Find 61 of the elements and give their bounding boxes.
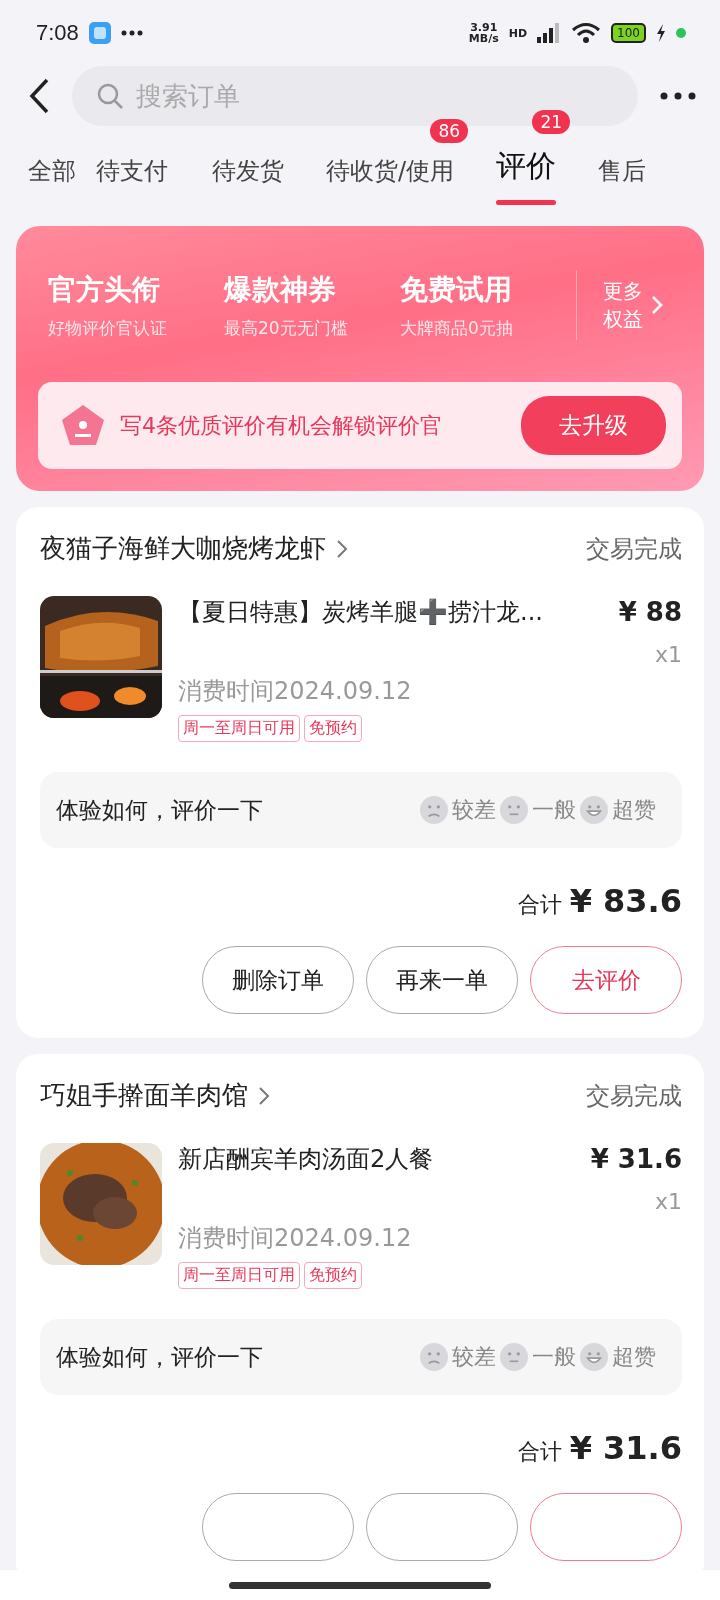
battery-level: 100 [611,23,646,43]
product-name: 新店酬宾羊肉汤面2人餐 [178,1144,434,1175]
total-label: 合计 [517,891,562,919]
total-amount: ¥ 83.6 [569,882,682,920]
signal-icon [537,23,562,43]
rating-prompt: 体验如何，评价一下 [56,1342,264,1372]
status-dot-icon [676,28,686,38]
order-status: 交易完成 [586,533,682,565]
tab[interactable]: 售后 [598,155,647,210]
product-price: ¥ 31.6 [590,1144,682,1174]
tag: 周一至周日可用 [178,715,300,742]
total-amount: ¥ 31.6 [569,1429,682,1467]
app-icon [88,22,111,44]
search-icon [96,82,124,110]
tag: 免预约 [304,715,362,742]
smile-face-icon [580,1343,608,1371]
tab[interactable]: 待发货 [212,155,284,210]
chevron-icon [258,1085,270,1106]
benefit-subtitle: 最高20元无门槛 [224,316,349,340]
wifi-icon [571,22,602,44]
smile-face-icon [580,796,608,824]
quantity: x1 [654,642,682,667]
product-name: 【夏日特惠】炭烤羊腿➕捞汁龙... [178,597,543,628]
shop-name[interactable]: 夜猫子海鲜大咖烧烤龙虾 [40,531,326,566]
sad-face-icon [420,796,448,824]
benefit-title: 官方头衔 [48,271,161,308]
product-price: ¥ 88 [618,597,682,627]
total-label: 合计 [517,1438,562,1466]
tab[interactable]: 全部 [28,155,76,210]
tag: 免预约 [304,1262,362,1289]
more-icon[interactable] [660,92,696,100]
order-button[interactable]: 再来一单 [366,946,518,1014]
network-speed: 3.91 MB/s [468,22,499,44]
order-status: 交易完成 [586,1080,682,1112]
tab[interactable]: 待支付 [96,155,168,210]
review-button[interactable]: 去评价 [530,946,682,1014]
tag: 周一至周日可用 [178,1262,300,1289]
sad-face-icon [420,1343,448,1371]
rating-prompt: 体验如何，评价一下 [56,795,264,825]
benefit-title: 爆款神券 [224,271,337,308]
benefit-title: 免费试用 [400,271,513,308]
back-icon[interactable] [28,78,50,114]
benefit-subtitle: 大牌商品0元抽 [400,316,514,340]
neutral-face-icon [500,796,528,824]
order-button[interactable]: 删除订单 [202,946,354,1014]
charging-icon [656,24,666,42]
more-icon [120,30,143,36]
benefit-subtitle: 好物评价官认证 [48,316,168,340]
neutral-face-icon [500,1343,528,1371]
shop-name[interactable]: 巧姐手擀面羊肉馆 [40,1078,248,1113]
count-badge: 21 [532,110,571,134]
network-type: HD [508,27,528,39]
status-time: 7:08 [36,20,79,46]
consume-time: 消费时间2024.09.12 [178,676,413,707]
consume-time: 消费时间2024.09.12 [178,1223,413,1254]
chevron-icon [651,295,663,315]
count-badge: 86 [430,119,469,143]
chevron-icon [336,538,348,559]
upgrade-button[interactable]: 去升级 [521,396,666,455]
promo-text: 写4条优质评价有机会解锁评价官 [120,411,443,440]
quantity: x1 [654,1189,682,1214]
